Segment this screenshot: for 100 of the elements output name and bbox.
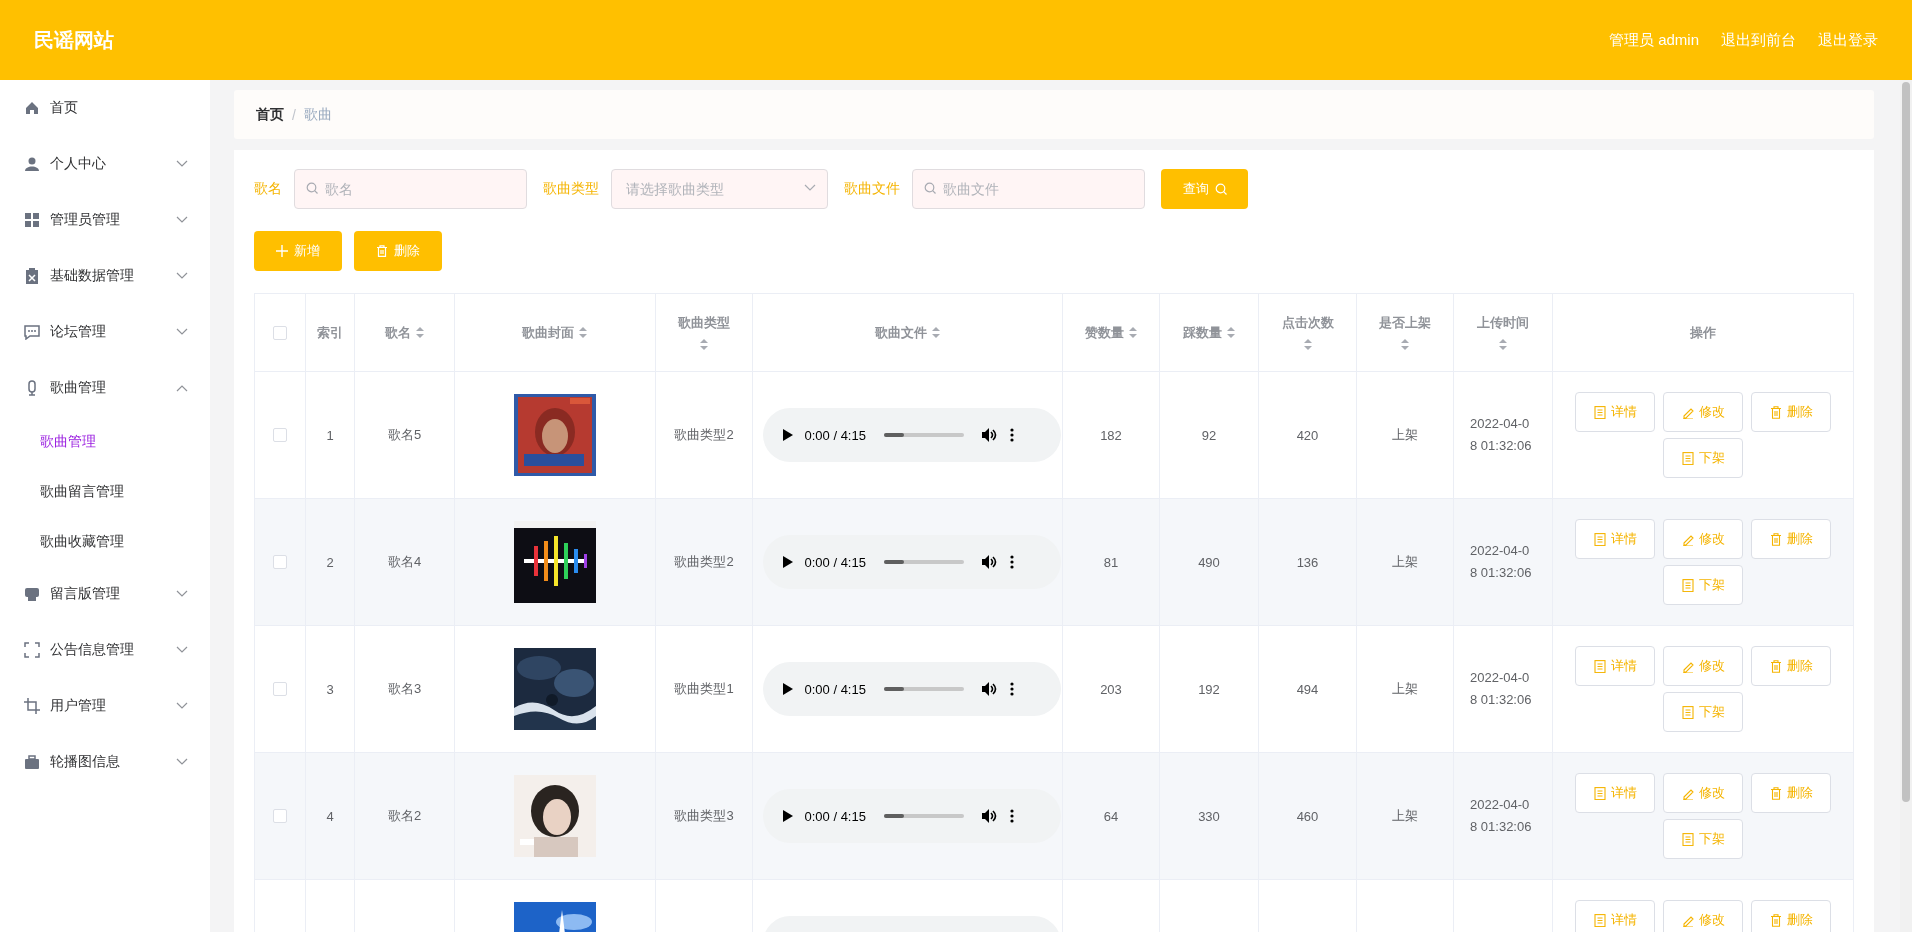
seek-bar[interactable] [883, 433, 964, 437]
details-button[interactable]: 详情 [1575, 519, 1655, 559]
delete-button[interactable]: 删除 [1751, 646, 1831, 686]
briefcase-icon [24, 754, 40, 770]
checkbox[interactable] [273, 428, 287, 442]
table-cell: 歌曲类型1 [674, 680, 734, 698]
table-cell: 上架 [1392, 426, 1418, 444]
checkbox[interactable] [273, 809, 287, 823]
table-cell: 上架 [1392, 807, 1418, 825]
audio-player[interactable]: 0:00 / 4:15 [762, 408, 1061, 462]
unlist-button[interactable]: 下架 [1663, 819, 1743, 859]
delete-button[interactable]: 删除 [1751, 900, 1831, 932]
volume-icon [981, 682, 998, 696]
search-icon [1214, 183, 1227, 195]
edit-button[interactable]: 修改 [1663, 392, 1743, 432]
volume-icon [981, 809, 998, 823]
document-icon [1593, 405, 1606, 419]
column-header[interactable]: 赞数量 [1084, 323, 1124, 342]
unlist-button[interactable]: 下架 [1663, 438, 1743, 478]
audio-player[interactable]: 0:00 / 4:15 [762, 662, 1061, 716]
sidebar-subitem[interactable]: 歌曲留言管理 [0, 466, 210, 516]
input-field[interactable]: 歌名 [294, 169, 527, 209]
checkbox[interactable] [273, 682, 287, 696]
table-cell: 494 [1296, 681, 1319, 697]
search-button[interactable]: 查询 [1161, 169, 1248, 209]
table-cell: 4 [326, 808, 334, 824]
select-field[interactable]: 请选择歌曲类型 [611, 169, 828, 209]
table-cell: 2 [326, 554, 334, 570]
breadcrumb-item[interactable]: 首页 [256, 105, 284, 124]
sidebar-item[interactable]: 基础数据管理 [0, 248, 210, 304]
checkbox[interactable] [273, 555, 287, 569]
table-cell: 182 [1100, 427, 1122, 443]
column-header[interactable]: 歌曲文件 [874, 323, 927, 342]
column-header[interactable]: 点击次数 [1281, 314, 1334, 332]
details-button[interactable]: 详情 [1575, 392, 1655, 432]
sidebar-item[interactable]: 留言版管理 [0, 566, 210, 622]
sidebar-subitem[interactable]: 歌曲收藏管理 [0, 516, 210, 566]
sidebar-item[interactable]: 首页 [0, 80, 210, 136]
more-icon [1009, 682, 1014, 696]
checkbox[interactable] [273, 325, 287, 340]
edit-button[interactable]: 修改 [1663, 646, 1743, 686]
edit-button[interactable]: 修改 [1663, 519, 1743, 559]
header-link[interactable]: 退出登录 [1818, 30, 1878, 50]
document-icon [1593, 913, 1606, 927]
play-icon [782, 683, 793, 695]
add-button[interactable]: 新增 [254, 231, 342, 271]
audio-player[interactable]: 0:00 / 4:15 [762, 789, 1061, 843]
details-button[interactable]: 详情 [1575, 646, 1655, 686]
sidebar-item[interactable]: 管理员管理 [0, 192, 210, 248]
sidebar-subitem[interactable]: 歌曲管理 [0, 416, 210, 466]
volume-icon [981, 555, 998, 569]
document-icon [1593, 659, 1606, 673]
sidebar-item[interactable]: 歌曲管理 [0, 360, 210, 416]
delete-button[interactable]: 删除 [1751, 392, 1831, 432]
column-header[interactable]: 歌曲封面 [522, 323, 574, 342]
document-icon [1681, 705, 1694, 719]
header-link[interactable]: 退出到前台 [1721, 30, 1796, 50]
delete-button[interactable]: 删除 [1751, 773, 1831, 813]
trash-icon [376, 245, 388, 257]
user-menu[interactable]: 管理员 admin [1608, 30, 1699, 50]
seek-bar[interactable] [883, 560, 964, 564]
play-icon [782, 429, 793, 441]
scrollbar[interactable] [1900, 80, 1912, 932]
home-icon [24, 100, 40, 116]
table-cell: 192 [1198, 681, 1220, 697]
audio-player[interactable]: 0:00 / 4:15 [762, 535, 1061, 589]
details-button[interactable]: 详情 [1575, 900, 1655, 932]
sidebar-item[interactable]: 公告信息管理 [0, 622, 210, 678]
table-cell-text: 2022-04-08 01:32:06 [1470, 669, 1533, 709]
unlist-button[interactable]: 下架 [1663, 692, 1743, 732]
column-header[interactable]: 是否上架 [1379, 314, 1431, 332]
column-header[interactable]: 歌名 [384, 323, 411, 342]
filter-label: 歌曲类型 [543, 180, 599, 198]
edit-button[interactable]: 修改 [1663, 900, 1743, 932]
table-cell: 64 [1103, 808, 1119, 824]
column-header: 索引 [317, 323, 343, 342]
search-icon [306, 182, 318, 194]
table-cell-text: 2022-04-08 01:32:06 [1470, 796, 1533, 836]
sidebar-item[interactable]: 个人中心 [0, 136, 210, 192]
seek-bar[interactable] [883, 814, 964, 818]
play-icon [782, 556, 793, 568]
unlist-button[interactable]: 下架 [1663, 565, 1743, 605]
seek-bar[interactable] [883, 687, 964, 691]
table-cell: 歌名5 [387, 426, 422, 444]
column-header[interactable]: 歌曲类型 [678, 314, 730, 332]
sidebar-item[interactable]: 用户管理 [0, 678, 210, 734]
table-cell: 3 [326, 681, 334, 697]
input-field[interactable]: 歌曲文件 [912, 169, 1145, 209]
sidebar-item[interactable]: 论坛管理 [0, 304, 210, 360]
delete-button[interactable]: 删除 [1751, 519, 1831, 559]
column-header[interactable]: 上传时间 [1477, 314, 1529, 332]
plus-icon [276, 245, 288, 257]
audio-time: 0:00 / 4:15 [804, 554, 866, 570]
edit-button[interactable]: 修改 [1663, 773, 1743, 813]
column-header[interactable]: 踩数量 [1182, 323, 1222, 342]
details-button[interactable]: 详情 [1575, 773, 1655, 813]
sidebar-item[interactable]: 轮播图信息 [0, 734, 210, 790]
audio-time: 0:00 / 4:15 [804, 681, 866, 697]
grid-icon [24, 212, 40, 228]
delete-button[interactable]: 删除 [354, 231, 442, 271]
